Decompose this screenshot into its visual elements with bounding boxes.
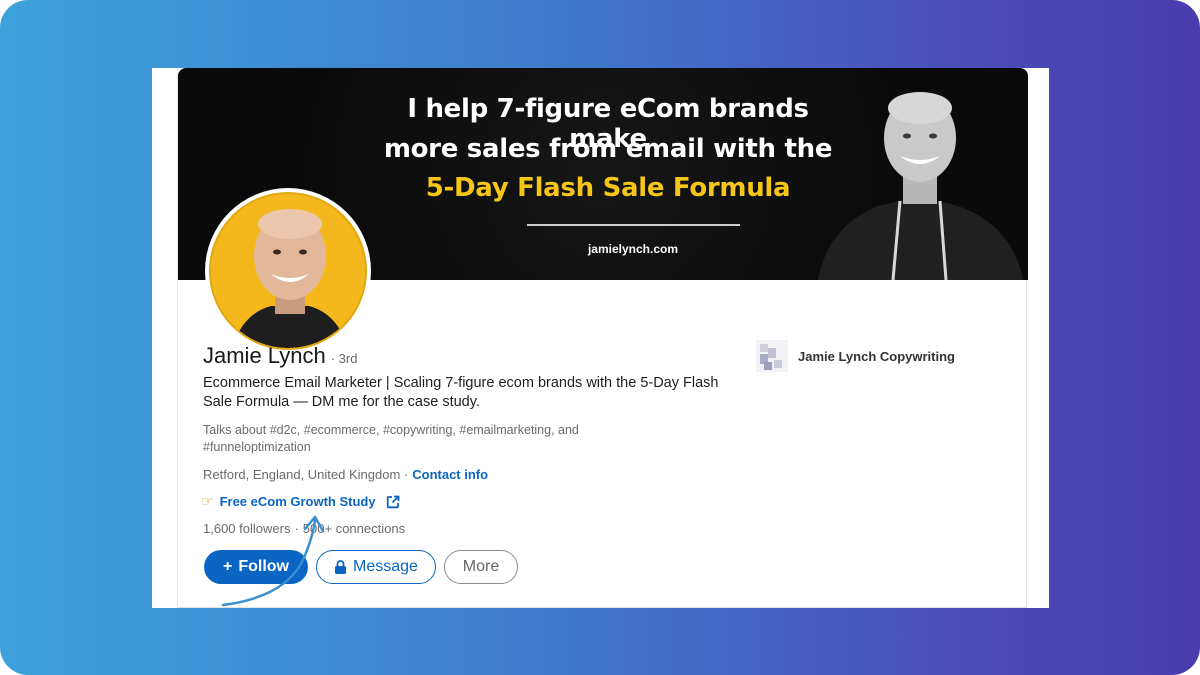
contact-info-link[interactable]: Contact info bbox=[412, 467, 488, 482]
banner-headline-line-2: more sales from email with the bbox=[383, 134, 833, 164]
profile-name: Jamie Lynch bbox=[203, 343, 326, 368]
profile-avatar[interactable] bbox=[205, 188, 371, 354]
talks-about: Talks about #d2c, #ecommerce, #copywriti… bbox=[203, 423, 579, 454]
company-name: Jamie Lynch Copywriting bbox=[798, 348, 955, 364]
banner-person-photo bbox=[818, 92, 1023, 280]
profile-location: Retford, England, United Kingdom · bbox=[203, 467, 409, 482]
more-label: More bbox=[462, 558, 500, 575]
connection-degree: · 3rd bbox=[330, 351, 358, 366]
annotation-arrow bbox=[221, 515, 325, 607]
location-row: Retford, England, United Kingdom · Conta… bbox=[203, 467, 488, 482]
more-button[interactable]: More bbox=[444, 550, 518, 584]
gradient-background: I help 7-figure eCom brands make more sa… bbox=[0, 0, 1200, 675]
company-logo bbox=[756, 340, 788, 372]
avatar-photo bbox=[232, 209, 348, 348]
message-label: Message bbox=[353, 558, 418, 575]
external-link-icon bbox=[386, 495, 399, 508]
banner-divider bbox=[527, 224, 740, 226]
banner-headline-line-3: 5-Day Flash Sale Formula bbox=[425, 173, 791, 203]
banner-url: jamielynch.com bbox=[587, 242, 679, 256]
profile-name-row: Jamie Lynch · 3rd bbox=[203, 343, 357, 369]
profile-headline: Ecommerce Email Marketer | Scaling 7-fig… bbox=[203, 375, 719, 410]
current-company[interactable]: Jamie Lynch Copywriting bbox=[756, 340, 955, 372]
lock-icon bbox=[335, 560, 347, 574]
pointing-hand-icon: ☞ bbox=[201, 493, 214, 509]
